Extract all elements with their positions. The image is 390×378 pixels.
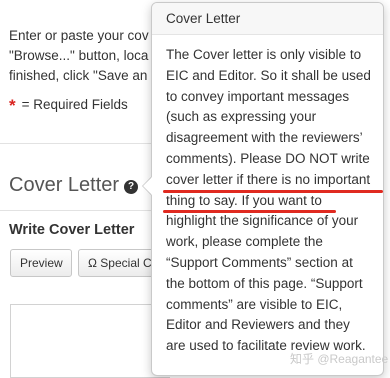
help-popover: Cover Letter The Cover letter is only vi… — [151, 2, 384, 376]
highlight-underline — [163, 190, 383, 193]
divider — [0, 210, 160, 211]
required-star: * — [9, 96, 16, 115]
section-title: Cover Letter? — [9, 174, 139, 197]
popover-text: The Cover letter is only visible to EIC … — [166, 47, 371, 166]
section-title-text: Cover Letter — [9, 174, 120, 196]
write-cover-letter-label: Write Cover Letter — [9, 222, 135, 238]
popover-text: . If you want to highlight the significa… — [166, 192, 366, 354]
instructions-line: Enter or paste your cov — [9, 28, 149, 43]
required-fields-label: = Required Fields — [21, 97, 128, 112]
instructions-line: "Browse..." button, loca — [9, 48, 149, 63]
divider — [0, 143, 160, 144]
instructions-line: finished, click "Save an — [9, 68, 148, 83]
help-icon[interactable]: ? — [124, 180, 139, 194]
cover-letter-editor[interactable] — [10, 304, 170, 378]
popover-body: The Cover letter is only visible to EIC … — [152, 35, 383, 357]
instructions-text: Enter or paste your cov "Browse..." butt… — [9, 26, 159, 86]
watermark: 知乎 @Reagantee — [290, 352, 389, 366]
popover-title: Cover Letter — [152, 3, 383, 35]
required-fields-note: * = Required Fields — [9, 96, 128, 116]
popover-arrow-inner — [143, 177, 152, 195]
highlight-underline — [163, 210, 336, 213]
preview-button[interactable]: Preview — [10, 249, 72, 277]
